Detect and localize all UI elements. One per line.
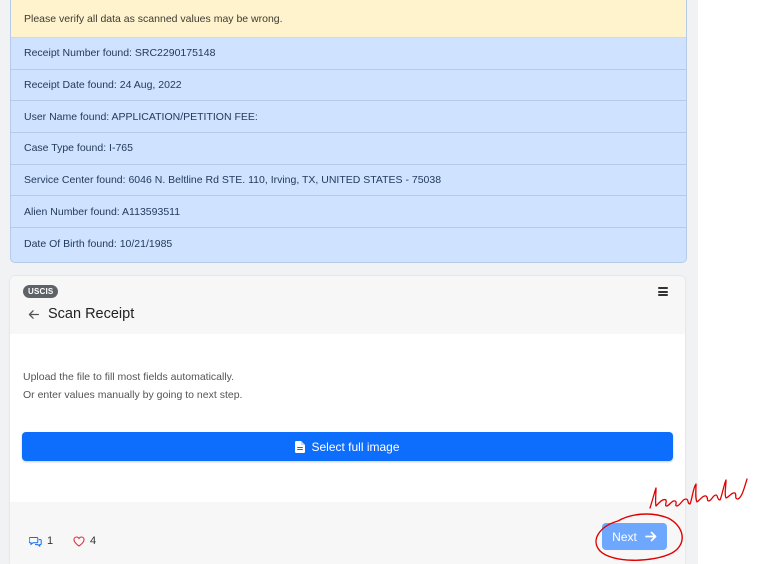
warning-alert: Please verify all data as scanned values… [11,0,686,38]
heart-icon [73,535,85,547]
instructions-line-2: Or enter values manually by going to nex… [23,389,243,401]
comments-count: 1 [47,535,54,547]
next-button-label: Next [612,529,637,544]
select-full-image-label: Select full image [311,439,400,454]
result-alien-number: Alien Number found: A113593511 [11,196,686,229]
scan-receipt-card: USCIS Scan Receipt Upload the file to fi… [10,276,685,564]
result-service-center: Service Center found: 6046 N. Beltline R… [11,165,686,197]
select-full-image-button[interactable]: Select full image [22,432,673,461]
instructions: Upload the file to fill most fields auto… [23,368,242,404]
next-button[interactable]: Next [602,523,667,550]
comments-stat[interactable]: 1 [29,535,53,547]
result-user-name: User Name found: APPLICATION/PETITION FE… [11,101,686,134]
card-header: USCIS Scan Receipt [10,276,685,334]
uscis-badge: USCIS [23,285,59,298]
result-date-of-birth: Date Of Birth found: 10/21/1985 [24,237,173,250]
result-case-type: Case Type found: I-765 [11,133,686,165]
hamburger-menu-icon[interactable] [658,287,668,296]
back-arrow-icon[interactable] [27,308,40,321]
result-receipt-date: Receipt Date found: 24 Aug, 2022 [11,70,686,102]
file-document-icon [295,440,306,453]
instructions-line-1: Upload the file to fill most fields auto… [23,371,235,383]
comments-icon [29,536,42,547]
likes-count: 4 [90,535,97,547]
result-receipt-number: Receipt Number found: SRC2290175148 [11,38,686,70]
likes-stat[interactable]: 4 [73,535,96,547]
arrow-right-icon [644,531,657,542]
page-title: Scan Receipt [48,306,135,322]
scan-results-list: Receipt Number found: SRC2290175148 Rece… [11,38,686,260]
card-footer: 1 4 Next [10,502,685,564]
scan-results-panel: Please verify all data as scanned values… [10,0,687,263]
